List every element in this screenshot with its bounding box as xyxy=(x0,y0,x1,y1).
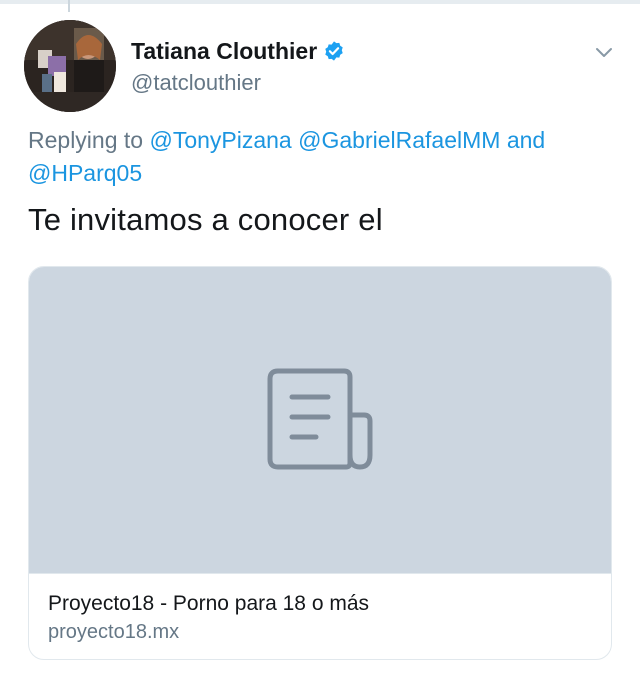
replying-to-label: Replying to xyxy=(28,127,144,153)
thread-connector-line xyxy=(68,0,70,12)
author-name-row[interactable]: Tatiana Clouthier xyxy=(131,36,345,66)
mention-conjunction: and xyxy=(506,127,546,153)
card-divider xyxy=(29,573,611,574)
verified-badge-icon xyxy=(325,41,343,61)
mention-link[interactable]: @GabrielRafaelMM xyxy=(298,127,500,153)
tweet-text: Te invitamos a conocer el xyxy=(28,202,383,237)
chevron-down-icon[interactable] xyxy=(592,42,616,62)
tweet-view: Tatiana Clouthier @tatclouthier Replying… xyxy=(0,0,640,680)
document-icon xyxy=(267,368,373,470)
link-card[interactable]: Proyecto18 - Porno para 18 o más proyect… xyxy=(28,266,612,660)
author-handle[interactable]: @tatclouthier xyxy=(131,70,261,96)
card-title[interactable]: Proyecto18 - Porno para 18 o más xyxy=(48,592,369,616)
card-image-placeholder[interactable] xyxy=(29,267,611,573)
author-display-name[interactable]: Tatiana Clouthier xyxy=(131,38,317,65)
mention-link[interactable]: @HParq05 xyxy=(28,160,142,186)
replying-to-line: Replying to @TonyPizana @GabrielRafaelMM… xyxy=(28,124,618,190)
mention-link[interactable]: @TonyPizana xyxy=(149,127,291,153)
avatar[interactable] xyxy=(24,20,116,112)
top-divider xyxy=(0,0,640,4)
profile-photo xyxy=(24,20,116,112)
card-domain[interactable]: proyecto18.mx xyxy=(48,621,179,644)
